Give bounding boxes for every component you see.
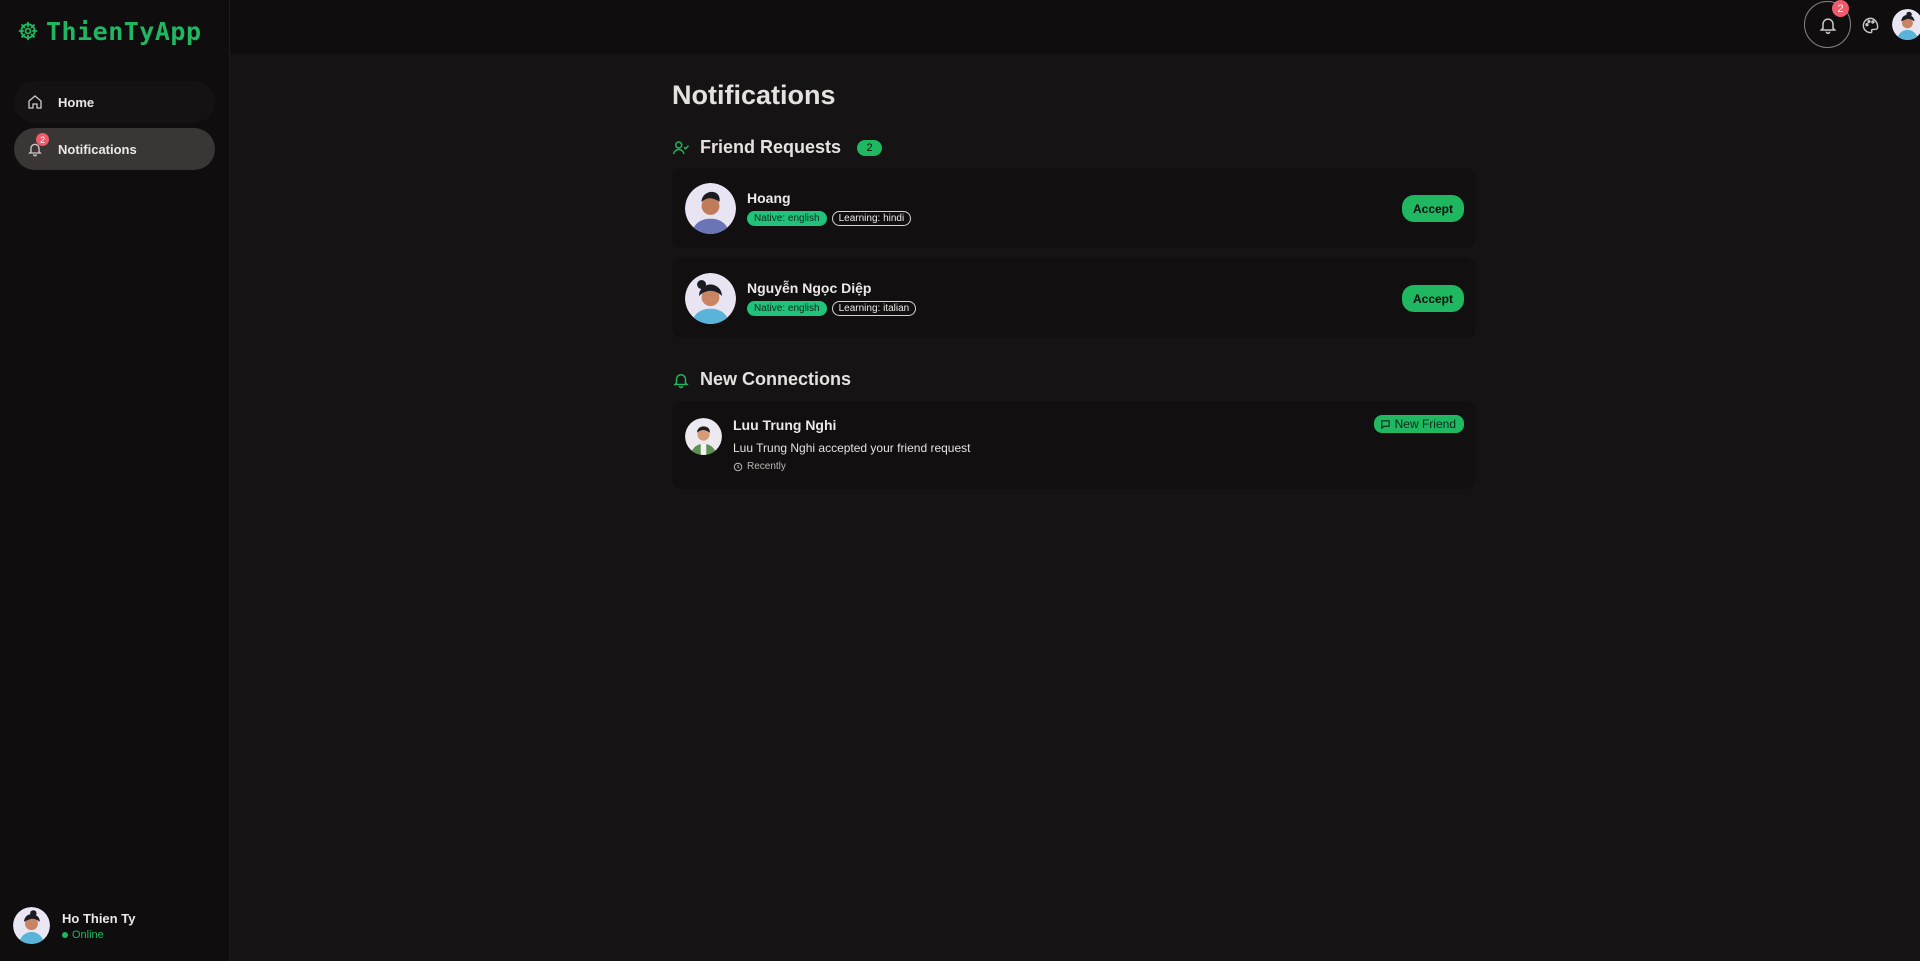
status-text: Online: [72, 928, 104, 941]
connection-time: Recently: [733, 461, 970, 472]
online-dot-icon: [62, 931, 68, 938]
home-icon: [26, 93, 44, 111]
sidebar-item-home[interactable]: Home: [14, 81, 215, 123]
app-logo[interactable]: ThienTyApp: [18, 14, 202, 48]
main-content: Notifications Friend Requests 2 Hoang Na…: [672, 80, 1476, 489]
notification-count-badge: 2: [1832, 0, 1849, 17]
section-title: Friend Requests: [700, 137, 842, 157]
friend-request-count-badge: 2: [857, 139, 883, 156]
accept-button[interactable]: Accept: [1402, 285, 1464, 312]
native-language-tag: Native: english: [747, 301, 827, 316]
bell-icon: 2: [26, 133, 49, 158]
bell-icon: [673, 373, 689, 388]
profile-avatar-button[interactable]: [1892, 9, 1920, 40]
logo-icon: [18, 21, 38, 41]
new-friend-badge: New Friend: [1373, 415, 1464, 433]
message-icon: [1380, 419, 1390, 429]
avatar: [1892, 9, 1920, 40]
connection-message: Luu Trung Nghi accepted your friend requ…: [733, 441, 971, 455]
friend-request-card: Hoang Native: english Learning: hindi Ac…: [672, 168, 1476, 248]
sidebar: ThienTyApp Home 2 Notifications Ho Thien…: [0, 0, 230, 961]
native-language-tag: Native: english: [747, 211, 827, 226]
current-user-name: Ho Thien Ty: [62, 910, 136, 926]
page-title: Notifications: [672, 80, 836, 110]
requester-name: Nguyễn Ngọc Diệp: [747, 280, 872, 296]
learning-language-tag: Learning: italian: [831, 301, 917, 316]
accept-button[interactable]: Accept: [1402, 195, 1464, 222]
notification-badge: 2: [36, 133, 49, 146]
bell-icon: [1819, 17, 1836, 34]
sidebar-nav: Home 2 Notifications: [14, 81, 215, 175]
theme-button[interactable]: [1859, 14, 1881, 36]
avatar: [685, 182, 736, 234]
topbar: 2: [230, 0, 1920, 54]
new-connections-header: New Connections: [672, 369, 1476, 390]
avatar: [685, 272, 736, 324]
palette-icon: [1862, 17, 1878, 33]
learning-language-tag: Learning: hindi: [831, 211, 912, 226]
connection-card: Luu Trung Nghi Luu Trung Nghi accepted y…: [672, 401, 1476, 489]
sidebar-item-label: Notifications: [58, 141, 137, 157]
badge-text: New Friend: [1394, 417, 1456, 431]
section-title: New Connections: [700, 369, 852, 389]
requester-name: Hoang: [747, 190, 791, 206]
online-status: Online: [62, 929, 135, 941]
user-check-icon: [672, 140, 690, 154]
sidebar-item-notifications[interactable]: 2 Notifications: [14, 128, 215, 170]
connection-name: Luu Trung Nghi: [733, 417, 837, 433]
avatar: [13, 907, 50, 944]
current-user[interactable]: Ho Thien Ty Online: [13, 907, 135, 944]
app-name: ThienTyApp: [46, 16, 202, 46]
friend-request-card: Nguyễn Ngọc Diệp Native: english Learnin…: [672, 258, 1476, 338]
avatar: [685, 418, 722, 455]
time-text: Recently: [747, 461, 786, 472]
clock-icon: [733, 462, 743, 471]
friend-requests-header: Friend Requests 2: [672, 137, 1476, 158]
sidebar-item-label: Home: [58, 94, 95, 110]
